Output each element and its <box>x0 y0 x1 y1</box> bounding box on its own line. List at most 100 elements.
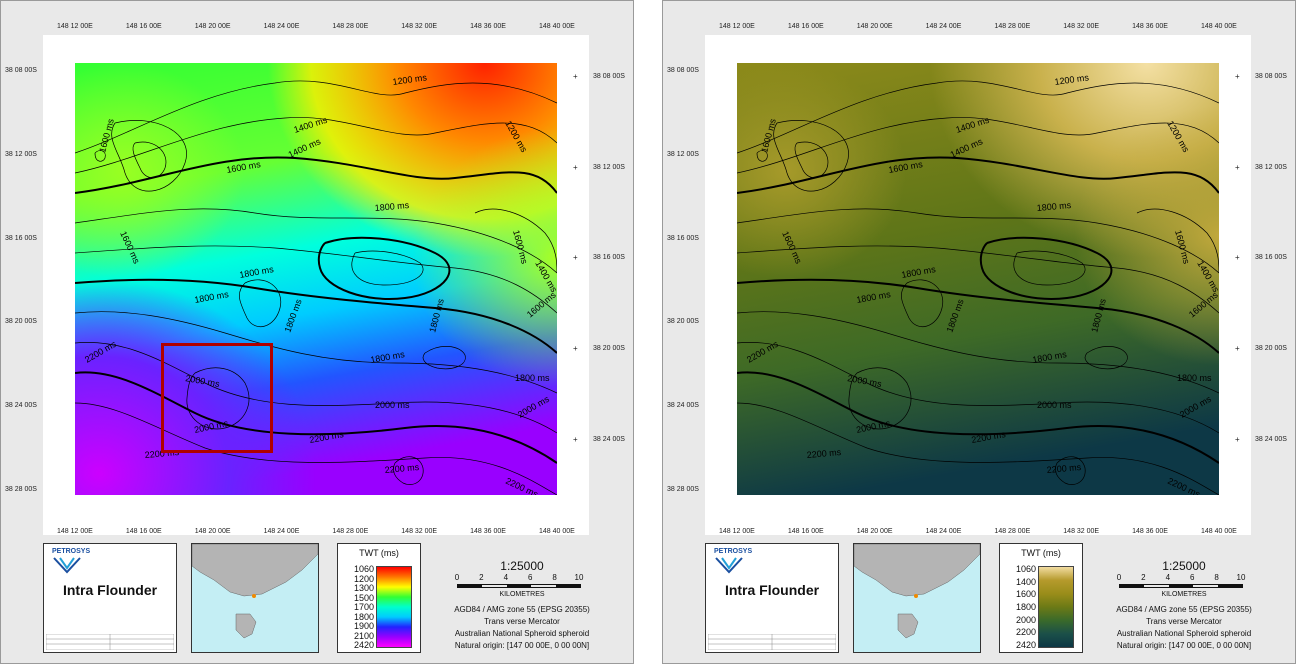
latitude-tick-label: 38 16 00S <box>5 234 37 242</box>
latitude-tick-label: 38 08 00S <box>5 67 37 74</box>
latitude-tick-label: 38 12 00S <box>1255 163 1287 171</box>
legend-value-label: 1600 <box>1015 589 1036 600</box>
grid-cross-marker: + <box>1235 253 1240 263</box>
latitude-tick-label: 38 20 00S <box>5 318 37 326</box>
grid-cross-marker: + <box>1235 162 1240 172</box>
scale-number: 6 <box>527 573 533 582</box>
longitude-tick-label: 148 16 00E <box>787 528 824 535</box>
latitude-tick-label: 38 24 00S <box>1255 435 1287 443</box>
grid-cross-marker: + <box>1235 72 1240 81</box>
longitude-tick-label: 148 40 00E <box>1201 23 1237 30</box>
latitude-tick-label: 38 08 00S <box>667 67 699 74</box>
longitude-tick-label: 148 24 00E <box>263 23 300 30</box>
legend-value-label: 1800 <box>353 611 374 622</box>
longitude-tick-label: 148 36 00E <box>1132 528 1168 535</box>
latitude-tick-label: 38 16 00S <box>1255 254 1287 262</box>
twt-map-rainbow[interactable]: 1200 ms 1400 ms 1200 ms 1400 ms 1600 ms 1600 … <box>75 63 557 495</box>
legend-value-label: 1060 <box>353 564 374 574</box>
latitude-tick-label: 38 20 00S <box>593 345 625 353</box>
scale-number: 0 <box>454 573 460 582</box>
map-title: Intra Flounder <box>724 582 820 598</box>
longitude-tick-label: 148 20 00E <box>856 528 893 535</box>
logo-text: PETROSYS <box>52 548 91 555</box>
grid-cross-marker: + <box>1235 434 1240 444</box>
legend-value-label: 2420 <box>353 640 374 650</box>
legend-value-label: 1400 <box>1015 576 1036 587</box>
contour-label: 1800 ms <box>515 373 550 383</box>
title-info-grid <box>708 634 836 650</box>
grid-cross-marker: + <box>573 434 578 444</box>
scale-ratio: 1:25000 <box>1162 559 1206 573</box>
location-map-graphic <box>191 543 319 652</box>
grid-cross-marker: + <box>1235 344 1240 354</box>
legend-value-label: 1200 <box>353 573 374 584</box>
logo-icon <box>715 557 743 574</box>
scale-number: 8 <box>552 573 557 582</box>
longitude-tick-label: 148 16 00E <box>125 23 162 30</box>
longitude-tick-label: 148 32 00E <box>401 528 438 535</box>
longitude-tick-label: 148 28 00E <box>332 528 369 535</box>
legend-value-label: 2000 <box>1015 614 1036 625</box>
projection-line: Australian National Spheroid spheroid <box>1116 629 1252 638</box>
title-block: PETROSYS Intra Flounder <box>43 543 177 653</box>
left-map-panel: 1200 ms 1400 ms 1200 ms 1400 ms 1600 ms 1600 … <box>0 0 634 664</box>
latitude-tick-label: 38 12 00S <box>5 150 37 158</box>
scale-number: 4 <box>1165 573 1171 582</box>
latitude-tick-label: 38 08 00S <box>593 73 625 80</box>
latitude-tick-label: 38 16 00S <box>667 234 699 242</box>
projection-line: Australian National Spheroid spheroid <box>454 629 590 638</box>
longitude-tick-label: 148 40 00E <box>1201 528 1237 535</box>
longitude-tick-label: 148 28 00E <box>994 528 1031 535</box>
grid-cross-marker: + <box>573 253 578 263</box>
logo-text: PETROSYS <box>714 548 753 555</box>
contour-label: 2000 ms <box>375 400 410 410</box>
projection-line: AGD84 / AMG zone 55 (EPSG 20355) <box>454 605 590 614</box>
latitude-tick-label: 38 12 00S <box>667 150 699 158</box>
scale-bar <box>1119 584 1243 588</box>
longitude-tick-label: 148 28 00E <box>994 23 1031 30</box>
location-marker <box>914 594 918 598</box>
latitude-tick-label: 38 24 00S <box>5 402 37 410</box>
scale-number: 6 <box>1189 573 1195 582</box>
longitude-tick-label: 148 20 00E <box>194 23 231 30</box>
grid-cross-marker: + <box>573 72 578 81</box>
projection-line: Natural origin: [147 00 00E, 0 00 00N] <box>454 641 590 650</box>
twt-surface-earth: 1200 ms1400 ms 1200 ms1400 ms1600 ms1600 … <box>737 63 1219 495</box>
colour-legend: TWT (ms) 1060 1200 1300 1500 1700 1800 1900 210… <box>337 543 421 653</box>
latitude-tick-label: 38 24 00S <box>667 402 699 410</box>
projection-line: Trans verse Mercator <box>1146 617 1222 626</box>
projection-line: AGD84 / AMG zone 55 (EPSG 20355) <box>1116 605 1252 614</box>
legend-value-label: 1300 <box>353 583 374 593</box>
legend-title: TWT (ms) <box>1021 548 1061 558</box>
map-sheet: 1200 ms 1400 ms 1200 ms 1400 ms 1600 ms 1600 … <box>43 35 589 535</box>
map-title: Intra Flounder <box>62 582 158 598</box>
longitude-tick-label: 148 20 00E <box>194 528 231 535</box>
longitude-tick-label: 148 12 00E <box>719 23 755 30</box>
longitude-tick-label: 148 28 00E <box>332 23 369 30</box>
longitude-tick-label: 148 32 00E <box>1063 23 1100 30</box>
scale-number: 8 <box>1214 573 1219 582</box>
twt-surface-rainbow: 1200 ms1400 ms 1200 ms1400 ms1600 ms1600 … <box>75 63 557 495</box>
projection-line: Natural origin: [147 00 00E, 0 00 00N] <box>1116 641 1252 650</box>
projection-line: Trans verse Mercator <box>484 617 560 626</box>
contour-label: 2000 ms <box>1037 400 1072 410</box>
twt-map-earth[interactable]: 1200 ms 1400 ms 1200 ms 1400 ms 1600 ms 1600 … <box>737 63 1219 495</box>
legend-colour-bar <box>1038 566 1074 648</box>
longitude-tick-label: 148 24 00E <box>263 528 300 535</box>
title-info-grid <box>46 634 174 650</box>
latitude-tick-label: 38 24 00S <box>593 435 625 443</box>
scale-number: 0 <box>1116 573 1122 582</box>
latitude-tick-label: 38 12 00S <box>593 163 625 171</box>
longitude-tick-label: 148 36 00E <box>470 528 506 535</box>
latitude-tick-label: 38 20 00S <box>1255 345 1287 353</box>
legend-value-label: 1500 <box>353 592 374 603</box>
scale-ratio: 1:25000 <box>500 559 544 573</box>
legend-value-label: 2100 <box>353 630 374 641</box>
scale-and-projection: 1:25000 0 2 4 6 8 10 KILOMETRES AGD84 / AMG z… <box>1109 551 1259 651</box>
location-marker <box>252 594 256 598</box>
longitude-tick-label: 148 24 00E <box>925 23 962 30</box>
longitude-tick-label: 148 12 00E <box>57 528 93 535</box>
longitude-tick-label: 148 32 00E <box>401 23 438 30</box>
grid-cross-marker: + <box>573 344 578 354</box>
longitude-tick-label: 148 24 00E <box>925 528 962 535</box>
